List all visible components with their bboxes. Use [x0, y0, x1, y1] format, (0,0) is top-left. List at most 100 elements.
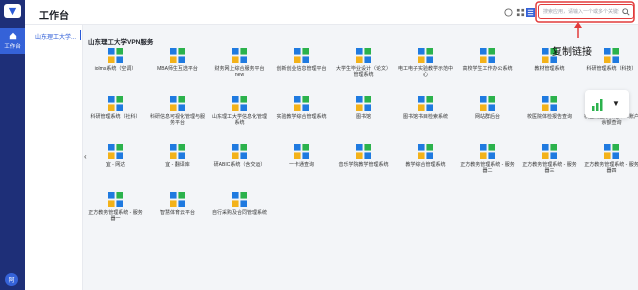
app-grid-icon [480, 96, 495, 111]
app-grid-icon [542, 144, 557, 159]
app-tile[interactable]: MBA师生互选平台 [150, 48, 205, 94]
app-tile-label: 财务网上综合服务平台new [214, 66, 265, 78]
left-rail: 工作台 阿 [0, 0, 25, 290]
app-tile-label: 宜 - 网达 [105, 162, 126, 168]
app-tile[interactable]: 大学生毕业设计（论文）管理系统 [336, 48, 391, 94]
app-tile[interactable]: 财务网上综合服务平台new [212, 48, 267, 94]
app-tile-label: 智慧体育云平台 [159, 210, 195, 216]
app-tile[interactable]: 校医院体检报告查询 [522, 96, 577, 142]
app-grid-icon [232, 96, 247, 111]
app-tile-label: 高校学生工作办公系统 [462, 66, 513, 72]
app-tile[interactable]: 宜 - 网达 [88, 144, 143, 190]
app-grid-icon [170, 192, 185, 207]
app-tile-label: 网站群后台 [474, 114, 500, 120]
top-header: 工作台 [25, 0, 638, 25]
app-tile[interactable]: 实验教学综合管理系统 [274, 96, 329, 142]
app-tile[interactable]: iolms系统（空调） [88, 48, 143, 94]
app-tile[interactable]: 科研信息可视化管理与服务平台 [150, 96, 205, 142]
app-tile-label: 校医院体检报告查询 [526, 114, 572, 120]
app-tile-label: 科研管理系统（社科） [90, 114, 141, 120]
app-tile[interactable]: 音乐学院教学管理系统 [336, 144, 391, 190]
active-indicator [80, 30, 81, 40]
search-icon[interactable] [622, 8, 630, 16]
app-tile-label: 科研管理系统（科技） [586, 66, 637, 72]
avatar[interactable]: 阿 [5, 273, 18, 286]
app-tile-label: 正方教务管理系统 - 服务器三 [522, 162, 577, 174]
app-logo [4, 4, 21, 18]
app-grid-icon [108, 96, 123, 111]
app-tile[interactable]: 自行采购及合同管理系统 [212, 192, 267, 238]
app-grid-icon [418, 144, 433, 159]
search-box[interactable] [538, 4, 634, 19]
app-tile[interactable]: 科研管理系统（科技） [584, 48, 638, 94]
app-tile[interactable]: 正方教务管理系统 - 服务器三 [522, 144, 577, 190]
app-tile-label: 图书馆 [355, 114, 371, 120]
app-grid-icon [170, 48, 185, 63]
app-tile[interactable]: 宜 - 翻译库 [150, 144, 205, 190]
app-grid-icon [356, 48, 371, 63]
app-grid-icon [356, 144, 371, 159]
app-grid-icon [604, 144, 619, 159]
app-tile-label: 自行采购及合同管理系统 [212, 210, 268, 216]
app-tile-label: 创新创业信息管理平台 [276, 66, 327, 72]
app-tile[interactable]: 创新创业信息管理平台 [274, 48, 329, 94]
app-tile[interactable]: 教学综合管理系统 [398, 144, 453, 190]
app-tile-label: 实验教学综合管理系统 [276, 114, 327, 120]
annotation-label: 复制链接 [552, 47, 592, 58]
app-tile[interactable]: 高校学生工作办公系统 [460, 48, 515, 94]
app-tile[interactable]: 网站群后台 [460, 96, 515, 142]
app-tile-label: 教材管理系统 [534, 66, 565, 72]
nav-home[interactable]: 工作台 [0, 28, 25, 54]
app-tile-label: 正方教务管理系统 - 服务器四 [584, 162, 638, 174]
circle-view-icon[interactable] [504, 8, 513, 17]
app-grid-icon [170, 144, 185, 159]
main-content: 山东理工大学VPN服务 iolms系统（空调） MBA师生互选平台 财务网上综合服务… [88, 30, 638, 290]
app-tile[interactable]: 一卡通查询 [274, 144, 329, 190]
app-tile[interactable]: 图书馆 [336, 96, 391, 142]
app-grid-icon [418, 48, 433, 63]
category-sidebar: 山东理工大学... [25, 25, 83, 290]
app-tile[interactable]: 山东理工大学信息化管理系统 [212, 96, 267, 142]
app-grid-icon [294, 96, 309, 111]
app-grid-icon [480, 144, 495, 159]
app-tile[interactable]: 正方教务管理系统 - 服务器二 [460, 144, 515, 190]
app-tile-label: 一卡通查询 [288, 162, 314, 168]
app-tile[interactable]: 正方教务管理系统 - 服务器一 [88, 192, 143, 238]
grid-view-icon[interactable] [516, 8, 525, 17]
app-grid-icon [108, 144, 123, 159]
app-tile-label: 教学综合管理系统 [405, 162, 446, 168]
home-icon [9, 32, 16, 40]
app-grid-icon [294, 144, 309, 159]
app-grid-icon [232, 144, 247, 159]
app-tile-label: 大学生毕业设计（论文）管理系统 [336, 66, 392, 78]
app-tile-label: 电工电子实验教学示范中心 [398, 66, 454, 78]
collapse-chevron-icon[interactable]: ‹ [84, 152, 87, 161]
sidebar-item-sdut[interactable]: 山东理工大学... [35, 32, 76, 41]
app-tile[interactable]: 研ABIC系统（含交运） [212, 144, 267, 190]
app-tile-label: 宜 - 翻译库 [165, 162, 190, 168]
app-tile-label: 音乐学院教学管理系统 [338, 162, 389, 168]
network-status-widget[interactable]: ▼ [585, 90, 629, 118]
app-grid-icon [232, 48, 247, 63]
section-title: 山东理工大学VPN服务 [88, 39, 154, 46]
app-grid-icon [108, 48, 123, 63]
app-grid-icon [356, 96, 371, 111]
signal-icon [592, 99, 603, 111]
app-tile[interactable]: 科研管理系统（社科） [88, 96, 143, 142]
app-tile-label: 科研信息可视化管理与服务平台 [150, 114, 206, 126]
dropdown-arrow-icon[interactable]: ▼ [612, 99, 620, 108]
app-tile-label: MBA师生互选平台 [157, 66, 198, 72]
app-grid-icon [108, 192, 123, 207]
app-tile[interactable]: 电工电子实验教学示范中心 [398, 48, 453, 94]
app-tile[interactable]: 智慧体育云平台 [150, 192, 205, 238]
nav-home-label: 工作台 [4, 44, 21, 50]
app-grid-icon [232, 192, 247, 207]
list-view-icon[interactable] [526, 8, 535, 17]
app-tile-label: iolms系统（空调） [94, 66, 137, 72]
app-grid-icon [170, 96, 185, 111]
app-tile[interactable]: 正方教务管理系统 - 服务器四 [584, 144, 638, 190]
app-tile-label: 正方教务管理系统 - 服务器一 [88, 210, 143, 222]
app-tile[interactable]: 图书馆书目检索系统 [398, 96, 453, 142]
search-input[interactable] [543, 7, 619, 17]
app-grid-icon [604, 48, 619, 63]
